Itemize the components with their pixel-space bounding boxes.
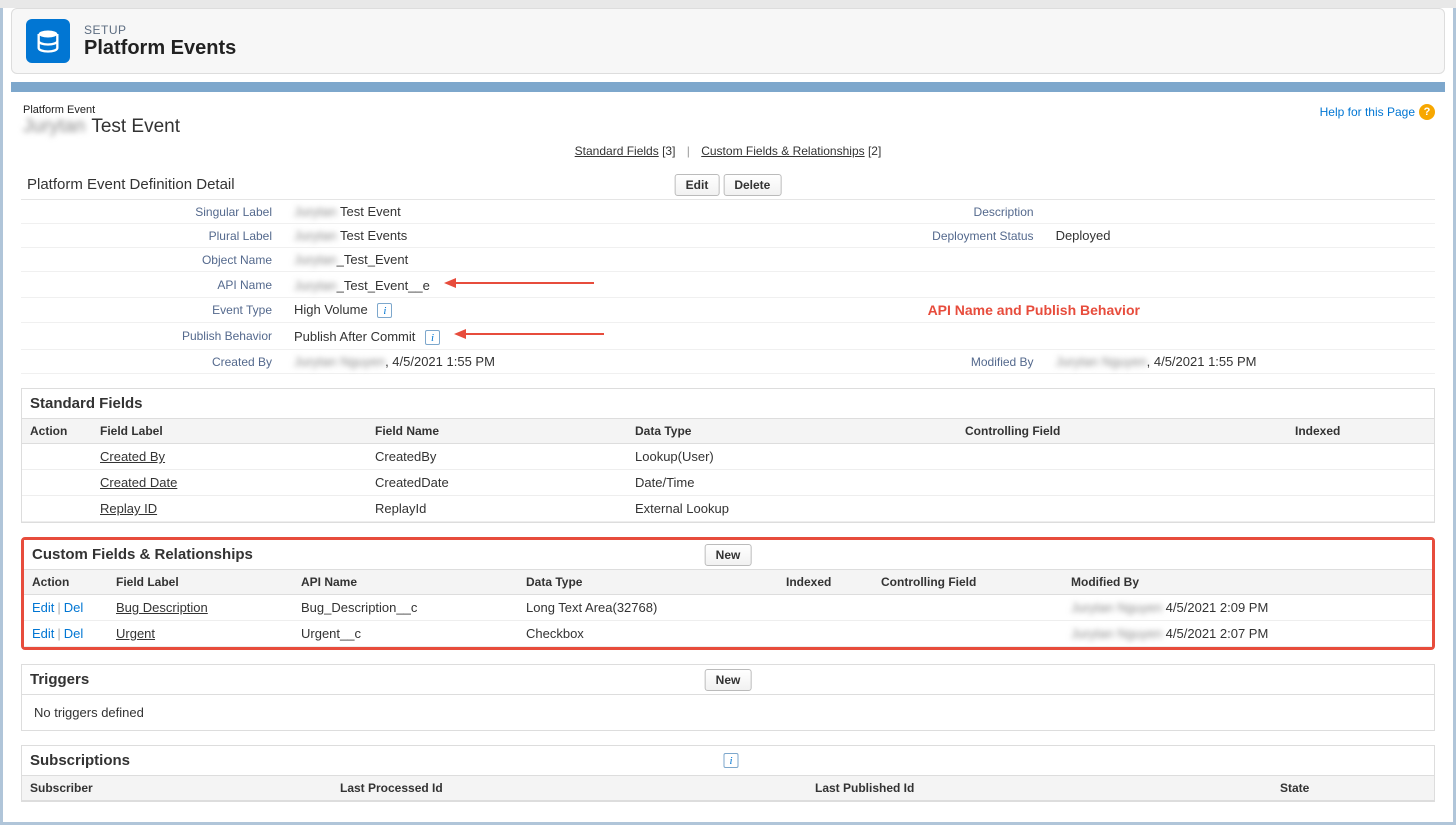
table-row: Created By CreatedBy Lookup(User): [22, 444, 1434, 470]
annotation-arrow-1: [444, 276, 594, 290]
table-row: Edit|Del Bug Description Bug_Description…: [24, 595, 1432, 621]
object-name-value: Jurytan_Test_Event: [286, 248, 868, 272]
standard-fields-heading: Standard Fields: [30, 395, 143, 412]
plural-label-value: Jurytan Test Events: [286, 224, 868, 248]
edit-button[interactable]: Edit: [675, 174, 720, 196]
publish-behavior-value: Publish After Commit i: [286, 323, 868, 350]
field-label-link[interactable]: Created Date: [100, 475, 177, 490]
standard-fields-section: Standard Fields Action Field Label Field…: [21, 388, 1435, 523]
detail-heading: Platform Event Definition Detail: [27, 176, 235, 193]
delete-button[interactable]: Delete: [723, 174, 781, 196]
edit-link[interactable]: Edit: [32, 626, 54, 641]
platform-events-icon: [26, 19, 70, 63]
decor-bar: [11, 82, 1445, 92]
event-type-value: High Volume i: [286, 298, 868, 323]
deployment-status-value: Deployed: [1048, 224, 1435, 248]
standard-fields-table: Action Field Label Field Name Data Type …: [22, 418, 1434, 522]
edit-link[interactable]: Edit: [32, 600, 54, 615]
new-trigger-button[interactable]: New: [705, 669, 752, 691]
field-label-link[interactable]: Replay ID: [100, 501, 157, 516]
custom-fields-heading: Custom Fields & Relationships: [32, 546, 253, 563]
field-label-link[interactable]: Created By: [100, 449, 165, 464]
setup-badge: SETUP: [84, 23, 236, 37]
del-link[interactable]: Del: [64, 600, 84, 615]
detail-table: Singular Label Jurytan Test Event Descri…: [21, 199, 1435, 374]
help-link[interactable]: Help for this Page ?: [1320, 104, 1435, 120]
anchor-standard-fields[interactable]: Standard Fields: [575, 144, 659, 158]
custom-fields-section: Custom Fields & Relationships New Action…: [21, 537, 1435, 650]
triggers-section: Triggers New No triggers defined: [21, 664, 1435, 731]
table-row: Created Date CreatedDate Date/Time: [22, 470, 1434, 496]
table-row: Edit|Del Urgent Urgent__c Checkbox Juryt…: [24, 621, 1432, 647]
anchor-custom-fields[interactable]: Custom Fields & Relationships: [701, 144, 864, 158]
info-icon[interactable]: i: [377, 303, 392, 318]
triggers-empty: No triggers defined: [22, 694, 1434, 730]
triggers-heading: Triggers: [30, 671, 89, 688]
field-label-link[interactable]: Urgent: [116, 626, 155, 641]
created-by-value: Jurytan Nguyen, 4/5/2021 1:55 PM: [286, 350, 868, 374]
annotation-text: API Name and Publish Behavior: [928, 302, 1140, 318]
table-row: Replay ID ReplayId External Lookup: [22, 496, 1434, 522]
page-header: SETUP Platform Events: [11, 8, 1445, 74]
anchor-links: Standard Fields [3] | Custom Fields & Re…: [21, 140, 1435, 172]
new-custom-field-button[interactable]: New: [705, 544, 752, 566]
subscriptions-section: Subscriptions i Subscriber Last Processe…: [21, 745, 1435, 802]
modified-by-value: Jurytan Nguyen, 4/5/2021 1:55 PM: [1048, 350, 1435, 374]
description-value: [1048, 200, 1435, 224]
record-name: Jurytan Test Event: [23, 116, 180, 138]
subscriptions-heading: Subscriptions: [30, 752, 130, 769]
record-type: Platform Event: [23, 104, 180, 116]
custom-fields-table: Action Field Label API Name Data Type In…: [24, 569, 1432, 647]
header-text: SETUP Platform Events: [84, 23, 236, 60]
page-title: Platform Events: [84, 37, 236, 60]
del-link[interactable]: Del: [64, 626, 84, 641]
api-name-value: Jurytan_Test_Event__e: [286, 272, 868, 298]
field-label-link[interactable]: Bug Description: [116, 600, 208, 615]
help-icon: ?: [1419, 104, 1435, 120]
info-icon[interactable]: i: [425, 330, 440, 345]
annotation-arrow-2: [454, 327, 604, 341]
info-icon[interactable]: i: [724, 753, 739, 768]
subscriptions-table: Subscriber Last Processed Id Last Publis…: [22, 775, 1434, 801]
singular-label-value: Jurytan Test Event: [286, 200, 868, 224]
